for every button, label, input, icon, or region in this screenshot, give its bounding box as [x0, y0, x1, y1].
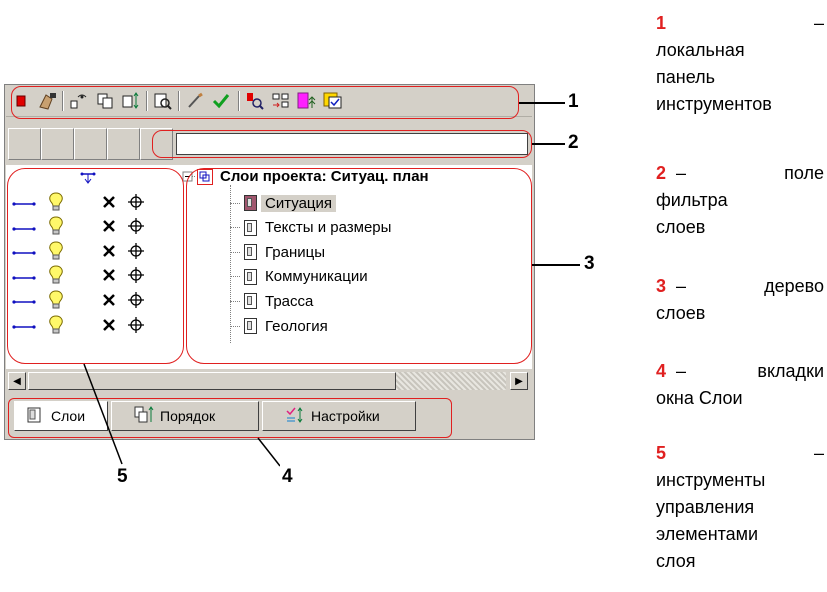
column-header[interactable]: [8, 128, 41, 160]
annotation-filter: [152, 130, 532, 158]
leader-lines: [83, 363, 280, 467]
callout-1: 1: [568, 91, 579, 112]
legend-item: 2 – поле фильтра слоев: [656, 163, 824, 237]
scroll-left-icon[interactable]: ◀: [8, 372, 26, 390]
column-header[interactable]: [74, 128, 107, 160]
callout-3: 3: [584, 253, 595, 274]
callout-4: 4: [282, 466, 293, 487]
legend-item: 3 – дерево слоев: [656, 276, 824, 323]
annotation-toolbar: [11, 86, 519, 119]
scroll-right-icon[interactable]: ▶: [510, 372, 528, 390]
annotation-tree: [186, 168, 532, 364]
column-header[interactable]: [41, 128, 74, 160]
legend-item: 5– инструменты управления элементами сло…: [656, 443, 824, 571]
legend-item: 1– локальная панель инструментов: [656, 13, 824, 114]
column-header[interactable]: [107, 128, 140, 160]
legend-item: 4 – вкладки окна Слои: [656, 361, 824, 408]
annotation-tools: [7, 168, 184, 364]
callout-2: 2: [568, 132, 579, 153]
callout-5: 5: [117, 466, 128, 487]
